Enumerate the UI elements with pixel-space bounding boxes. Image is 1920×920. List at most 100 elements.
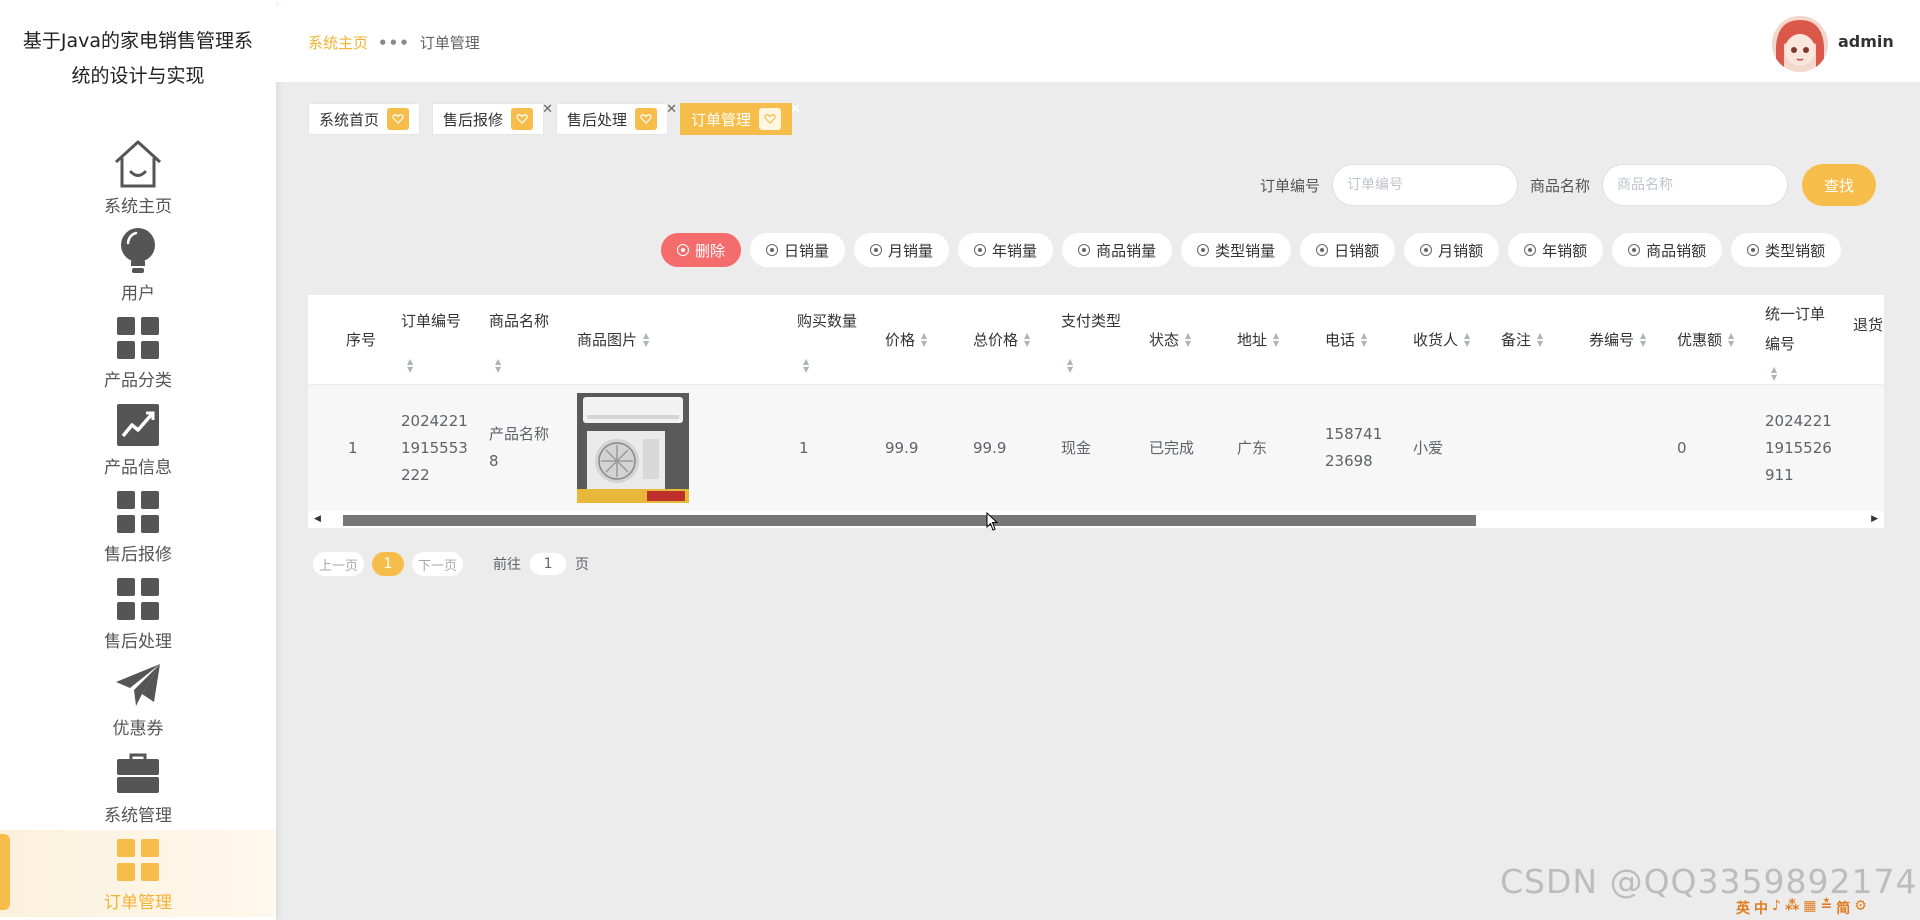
ime-icon[interactable]: ⁂ bbox=[1785, 898, 1799, 918]
column-label: 电话 bbox=[1325, 331, 1356, 349]
sidebar-item-system-management[interactable]: 系统管理 bbox=[0, 743, 276, 830]
col-phone[interactable]: 电话 ▲ ▼ bbox=[1325, 295, 1367, 385]
sort-icon[interactable]: ▲ ▼ bbox=[643, 332, 649, 348]
tag-home[interactable]: 系统首页 bbox=[308, 103, 421, 135]
scrollbar-thumb[interactable] bbox=[343, 515, 1476, 526]
table-row[interactable]: 1 20242211915553222 产品名称8 1 99.9 99.9 现金… bbox=[308, 385, 1884, 511]
sidebar-nav: 系统主页 用户 产品分类 产品信息 售后报修 售后处理 优惠券 系统管理 订单管… bbox=[0, 134, 276, 917]
sort-icon[interactable]: ▲ ▼ bbox=[407, 358, 413, 374]
sort-icon[interactable]: ▲ ▼ bbox=[1640, 332, 1646, 348]
col-discount[interactable]: 优惠额 ▲ ▼ bbox=[1677, 295, 1737, 385]
sort-icon[interactable]: ▲ ▼ bbox=[1464, 332, 1470, 348]
yearly-sales-amount-button[interactable]: 年销额 bbox=[1508, 233, 1604, 267]
col-address[interactable]: 地址 ▲ ▼ bbox=[1237, 295, 1279, 385]
product-image[interactable] bbox=[577, 393, 689, 503]
close-icon[interactable]: ✕ bbox=[542, 102, 553, 117]
prev-page-button[interactable]: 上一页 bbox=[313, 552, 365, 576]
col-order-no[interactable]: 订单编号 ▲ ▼ bbox=[401, 295, 471, 385]
tag-after-sales-repair[interactable]: 售后报修 ✕ bbox=[432, 102, 553, 135]
cell-phone: 15874123698 bbox=[1325, 425, 1383, 470]
col-quantity[interactable]: 购买数量 ▲ ▼ bbox=[797, 295, 867, 385]
monthly-sales-amount-button[interactable]: 月销额 bbox=[1404, 233, 1500, 267]
yearly-sales-volume-button[interactable]: 年销量 bbox=[958, 233, 1054, 267]
goto-page-input[interactable] bbox=[529, 552, 568, 576]
delete-button[interactable]: 删除 bbox=[661, 233, 742, 267]
product-sales-volume-button[interactable]: 商品销量 bbox=[1062, 233, 1173, 267]
button-label: 年销额 bbox=[1542, 241, 1588, 260]
sidebar-item-home[interactable]: 系统主页 bbox=[0, 134, 276, 221]
monthly-sales-volume-button[interactable]: 月销量 bbox=[854, 233, 950, 267]
heart-icon bbox=[511, 108, 534, 130]
sort-icon[interactable]: ▲ ▼ bbox=[1728, 332, 1734, 348]
sort-icon[interactable]: ▲ ▼ bbox=[921, 332, 927, 348]
col-unified-order-no[interactable]: 统一订单编号 ▲ ▼ bbox=[1765, 295, 1835, 385]
ime-icon[interactable]: 英 bbox=[1736, 898, 1750, 918]
grid-icon bbox=[112, 834, 164, 886]
daily-sales-volume-button[interactable]: 日销量 bbox=[750, 233, 846, 267]
ime-icon[interactable]: 中 bbox=[1754, 898, 1768, 918]
sort-icon[interactable]: ▲ ▼ bbox=[803, 358, 809, 374]
sort-icon[interactable]: ▲ ▼ bbox=[1273, 332, 1279, 348]
column-label: 购买数量 bbox=[797, 312, 858, 330]
sort-icon[interactable]: ▲ ▼ bbox=[1185, 332, 1191, 348]
ime-icon[interactable]: ♪ bbox=[1772, 898, 1781, 918]
avatar[interactable] bbox=[1772, 16, 1828, 72]
button-label: 年销量 bbox=[992, 241, 1038, 260]
type-sales-volume-button[interactable]: 类型销量 bbox=[1181, 233, 1292, 267]
column-label: 优惠额 bbox=[1677, 331, 1723, 349]
ime-icon[interactable]: ⚙ bbox=[1854, 898, 1867, 918]
ime-icon[interactable]: 简 bbox=[1836, 898, 1850, 918]
sort-icon[interactable]: ▲ ▼ bbox=[1771, 365, 1777, 382]
tag-after-sales-process[interactable]: 售后处理 ✕ bbox=[556, 102, 677, 135]
col-remark[interactable]: 备注 ▲ ▼ bbox=[1501, 295, 1543, 385]
sidebar-item-product-info[interactable]: 产品信息 bbox=[0, 395, 276, 482]
sort-icon[interactable]: ▲ ▼ bbox=[495, 358, 501, 374]
tag-label: 售后处理 bbox=[567, 110, 628, 129]
scroll-right-icon[interactable]: ▶ bbox=[1871, 514, 1878, 524]
sort-icon[interactable]: ▲ ▼ bbox=[1361, 332, 1367, 348]
tag-order-management[interactable]: 订单管理 ✕ bbox=[680, 102, 801, 135]
sidebar-item-product-category[interactable]: 产品分类 bbox=[0, 308, 276, 395]
column-label: 商品名称 bbox=[489, 312, 550, 330]
ime-icon[interactable]: ▦ bbox=[1803, 898, 1816, 918]
daily-sales-amount-button[interactable]: 日销额 bbox=[1300, 233, 1396, 267]
product-sales-amount-button[interactable]: 商品销额 bbox=[1612, 233, 1723, 267]
search-button[interactable]: 查找 bbox=[1802, 164, 1876, 206]
order-no-input[interactable] bbox=[1332, 164, 1518, 206]
watermark: CSDN @QQ3359892174 bbox=[1500, 862, 1918, 901]
col-price[interactable]: 价格 ▲ ▼ bbox=[885, 295, 927, 385]
col-pay-type[interactable]: 支付类型 ▲ ▼ bbox=[1061, 295, 1131, 385]
sort-icon[interactable]: ▲ ▼ bbox=[1537, 332, 1543, 348]
col-total-price[interactable]: 总价格 ▲ ▼ bbox=[973, 295, 1033, 385]
col-product-image[interactable]: 商品图片 ▲ ▼ bbox=[577, 295, 649, 385]
sort-icon[interactable]: ▲ ▼ bbox=[1024, 332, 1030, 348]
lightbulb-icon bbox=[112, 225, 164, 277]
cell-product-image[interactable] bbox=[577, 385, 689, 511]
col-product-name[interactable]: 商品名称 ▲ ▼ bbox=[489, 295, 559, 385]
breadcrumb-home[interactable]: 系统主页 bbox=[308, 32, 368, 53]
product-name-input[interactable] bbox=[1602, 164, 1788, 206]
sidebar-item-coupons[interactable]: 优惠券 bbox=[0, 656, 276, 743]
sidebar-item-after-sales-repair[interactable]: 售后报修 bbox=[0, 482, 276, 569]
col-return[interactable]: 退货 bbox=[1853, 295, 1884, 385]
username[interactable]: admin bbox=[1838, 32, 1894, 51]
cell-order-no: 20242211915553222 bbox=[401, 411, 468, 484]
col-status[interactable]: 状态 ▲ ▼ bbox=[1149, 295, 1191, 385]
close-icon[interactable]: ✕ bbox=[790, 102, 801, 117]
close-icon[interactable]: ✕ bbox=[666, 102, 677, 117]
sidebar-item-order-management[interactable]: 订单管理 bbox=[0, 830, 276, 917]
sidebar-item-label: 系统主页 bbox=[104, 197, 172, 217]
col-receiver[interactable]: 收货人 ▲ ▼ bbox=[1413, 295, 1473, 385]
current-page[interactable]: 1 bbox=[372, 552, 405, 576]
heart-icon bbox=[635, 108, 658, 130]
sidebar-item-after-sales-process[interactable]: 售后处理 bbox=[0, 569, 276, 656]
scroll-left-icon[interactable]: ◀ bbox=[314, 514, 321, 524]
horizontal-scrollbar[interactable]: ◀ ▶ bbox=[308, 511, 1884, 528]
type-sales-amount-button[interactable]: 类型销额 bbox=[1731, 233, 1842, 267]
sort-icon[interactable]: ▲ ▼ bbox=[1067, 358, 1073, 374]
cell-address: 广东 bbox=[1237, 438, 1268, 457]
col-coupon-no[interactable]: 券编号 ▲ ▼ bbox=[1589, 295, 1649, 385]
next-page-button[interactable]: 下一页 bbox=[412, 552, 464, 576]
sidebar-item-users[interactable]: 用户 bbox=[0, 221, 276, 308]
ime-icon[interactable]: ≛ bbox=[1821, 898, 1833, 918]
